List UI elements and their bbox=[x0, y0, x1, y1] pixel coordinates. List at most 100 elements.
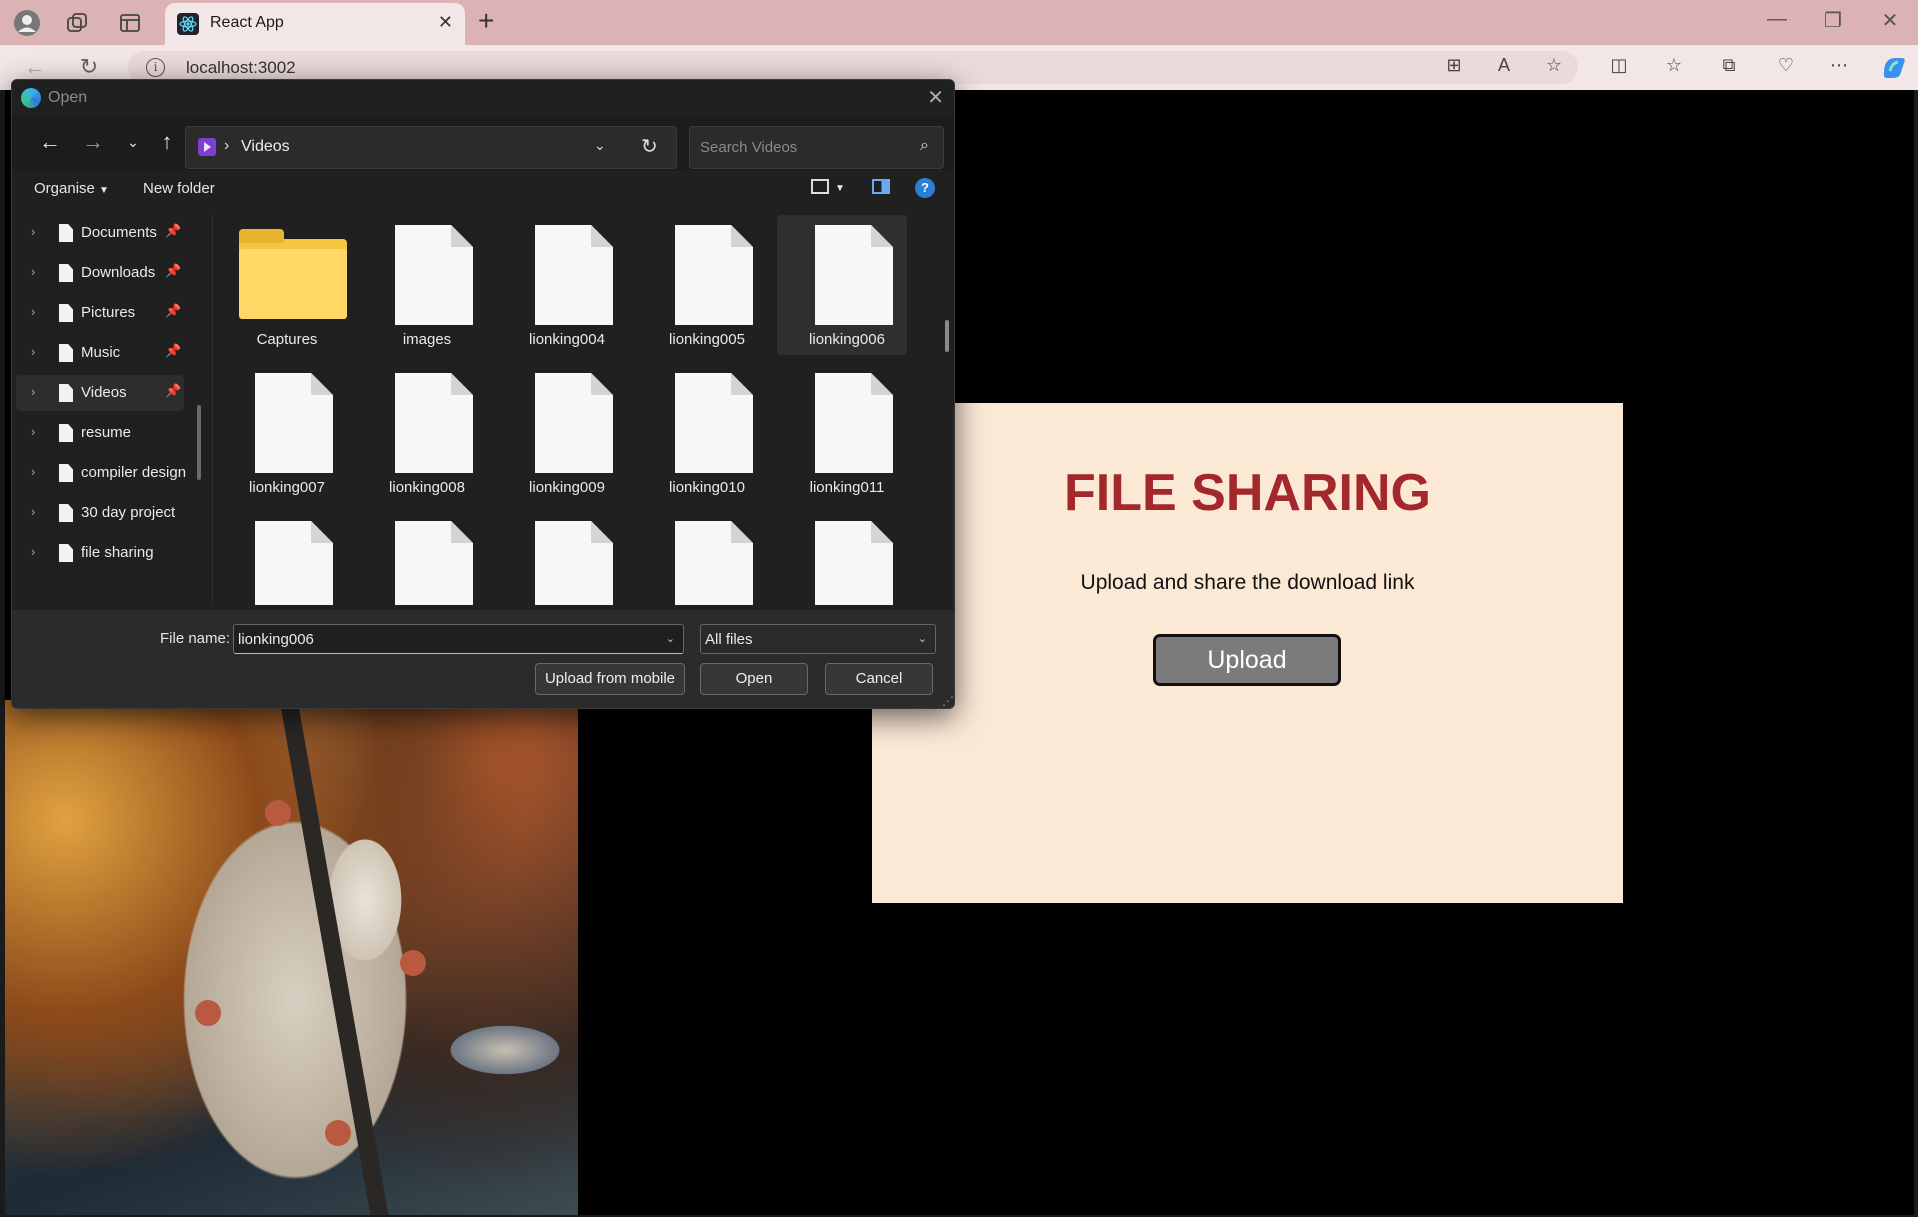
sidebar-item-label: Pictures bbox=[81, 304, 136, 321]
file-item[interactable] bbox=[357, 511, 487, 605]
file-name-value: lionking006 bbox=[238, 631, 314, 648]
file-icon bbox=[675, 225, 753, 325]
sidebar-item-label: Music bbox=[81, 344, 121, 361]
page-subtitle: Upload and share the download link bbox=[1080, 571, 1415, 594]
sidebar-item-compiler-design[interactable]: › compiler design bbox=[16, 455, 186, 491]
read-aloud-icon[interactable]: A bbox=[1490, 55, 1518, 81]
preview-pane-icon[interactable] bbox=[872, 179, 890, 194]
copilot-icon[interactable] bbox=[1880, 53, 1908, 79]
url-text[interactable]: localhost:3002 bbox=[186, 58, 296, 78]
file-item[interactable] bbox=[637, 511, 767, 605]
dialog-title-bar: Open ✕ bbox=[12, 80, 954, 116]
back-arrow-icon[interactable]: ← bbox=[35, 129, 65, 155]
chevron-right-icon[interactable]: › bbox=[31, 384, 35, 399]
vertical-tabs-icon[interactable] bbox=[115, 8, 145, 38]
close-window-icon[interactable]: ✕ bbox=[1870, 8, 1910, 33]
browser-essentials-icon[interactable]: ♡ bbox=[1772, 55, 1800, 81]
profile-icon[interactable] bbox=[12, 8, 42, 38]
minimize-icon[interactable]: — bbox=[1757, 8, 1797, 31]
file-item[interactable]: images bbox=[357, 215, 487, 355]
file-item[interactable]: lionking009 bbox=[497, 363, 627, 503]
file-item[interactable]: lionking008 bbox=[357, 363, 487, 503]
dialog-command-bar: Organise ▼ New folder ▼ ? bbox=[12, 170, 954, 210]
restore-icon[interactable]: ❐ bbox=[1813, 8, 1853, 33]
pin-icon: 📌 bbox=[165, 383, 182, 398]
chevron-down-icon[interactable]: ⌄ bbox=[594, 137, 606, 154]
chevron-right-icon[interactable]: › bbox=[31, 424, 35, 439]
caret-down-icon: ▼ bbox=[99, 185, 109, 196]
chevron-right-icon[interactable]: › bbox=[31, 544, 35, 559]
sidebar-item-videos[interactable]: › Videos 📌 bbox=[16, 375, 184, 411]
chevron-right-icon[interactable]: › bbox=[31, 464, 35, 479]
file-name: lionking007 bbox=[249, 479, 325, 496]
file-item[interactable]: lionking007 bbox=[217, 363, 347, 503]
sidebar-item-30-day-project[interactable]: › 30 day project bbox=[16, 495, 184, 531]
sidebar-item-pictures[interactable]: › Pictures 📌 bbox=[16, 295, 184, 331]
open-button[interactable]: Open bbox=[700, 663, 808, 695]
cancel-button[interactable]: Cancel bbox=[825, 663, 933, 695]
navigation-pane: › Documents 📌 › Downloads 📌 › Pictures 📌 › Music 📌 ›… bbox=[12, 215, 212, 605]
view-options-caret-icon[interactable]: ▼ bbox=[835, 183, 845, 194]
search-videos-input[interactable]: Search Videos ⌕ bbox=[689, 126, 944, 169]
chevron-right-icon[interactable]: › bbox=[31, 224, 35, 239]
file-item[interactable] bbox=[497, 511, 627, 605]
search-icon: ⌕ bbox=[920, 137, 929, 154]
forward-arrow-icon[interactable]: → bbox=[78, 129, 108, 155]
upload-from-mobile-button[interactable]: Upload from mobile bbox=[535, 663, 685, 695]
refresh-icon[interactable]: ↻ bbox=[74, 54, 104, 80]
organise-menu[interactable]: Organise ▼ bbox=[34, 180, 109, 197]
address-breadcrumb[interactable]: › Videos ⌄ ↻ bbox=[185, 126, 677, 169]
refresh-folder-icon[interactable]: ↻ bbox=[641, 134, 658, 159]
help-icon[interactable]: ? bbox=[915, 178, 935, 198]
more-options-icon[interactable]: ⋯ bbox=[1825, 55, 1853, 81]
file-name: lionking004 bbox=[529, 331, 605, 348]
file-item[interactable]: lionking010 bbox=[637, 363, 767, 503]
recent-locations-icon[interactable]: ⌄ bbox=[118, 134, 148, 151]
upload-button[interactable]: Upload bbox=[1153, 634, 1341, 686]
resize-grip-icon[interactable]: ⋰ bbox=[942, 694, 954, 708]
search-placeholder: Search Videos bbox=[700, 139, 798, 156]
sidebar-item-downloads[interactable]: › Downloads 📌 bbox=[16, 255, 184, 291]
chevron-down-icon[interactable]: ⌄ bbox=[666, 632, 675, 645]
change-view-icon[interactable] bbox=[811, 179, 829, 194]
chevron-right-icon[interactable]: › bbox=[31, 344, 35, 359]
split-screen-icon[interactable]: ◫ bbox=[1605, 55, 1633, 81]
tab-react-app[interactable]: React App ✕ bbox=[165, 3, 465, 45]
sidebar-item-documents[interactable]: › Documents 📌 bbox=[16, 215, 184, 251]
sidebar-item-label: Downloads bbox=[81, 264, 156, 281]
sidebar-item-music[interactable]: › Music 📌 bbox=[16, 335, 184, 371]
apps-icon[interactable]: ⊞ bbox=[1440, 55, 1468, 81]
file-name-input[interactable]: lionking006 ⌄ bbox=[233, 624, 684, 654]
chevron-down-icon[interactable]: ⌄ bbox=[918, 632, 927, 645]
chevron-right-icon[interactable]: › bbox=[31, 504, 35, 519]
up-arrow-icon[interactable]: ↑ bbox=[152, 129, 182, 155]
collections-icon[interactable]: ⧉ bbox=[1715, 55, 1743, 81]
close-dialog-icon[interactable]: ✕ bbox=[927, 85, 944, 110]
file-item[interactable] bbox=[217, 511, 347, 605]
sidebar-item-resume[interactable]: › resume bbox=[16, 415, 184, 451]
breadcrumb-location[interactable]: Videos bbox=[241, 138, 290, 156]
file-item[interactable] bbox=[777, 511, 907, 605]
chevron-right-icon[interactable]: › bbox=[31, 304, 35, 319]
file-item[interactable]: lionking005 bbox=[637, 215, 767, 355]
back-icon[interactable]: ← bbox=[20, 54, 50, 80]
sidebar-scrollbar[interactable] bbox=[197, 405, 201, 480]
file-item[interactable]: lionking004 bbox=[497, 215, 627, 355]
folder-item[interactable]: Captures bbox=[217, 215, 347, 355]
file-type-select[interactable]: All files ⌄ bbox=[700, 624, 936, 654]
file-item[interactable]: lionking011 bbox=[777, 363, 907, 503]
sidebar-item-file-sharing[interactable]: › file sharing bbox=[16, 535, 184, 571]
file-name: lionking005 bbox=[669, 331, 745, 348]
favorite-star-icon[interactable]: ☆ bbox=[1540, 55, 1568, 81]
close-tab-icon[interactable]: ✕ bbox=[438, 12, 453, 33]
dialog-nav-row: ← → ⌄ ↑ › Videos ⌄ ↻ Search Videos ⌕ bbox=[12, 116, 954, 170]
file-list-scrollbar[interactable] bbox=[945, 320, 949, 352]
new-tab-icon[interactable]: + bbox=[478, 6, 494, 36]
site-info-icon[interactable]: i bbox=[146, 58, 165, 77]
chevron-right-icon[interactable]: › bbox=[31, 264, 35, 279]
favorites-icon[interactable]: ☆ bbox=[1660, 55, 1688, 81]
new-folder-button[interactable]: New folder bbox=[143, 180, 215, 197]
workspaces-icon[interactable] bbox=[62, 8, 92, 38]
chevron-right-icon: › bbox=[224, 137, 230, 154]
file-item[interactable]: lionking006 bbox=[777, 215, 907, 355]
